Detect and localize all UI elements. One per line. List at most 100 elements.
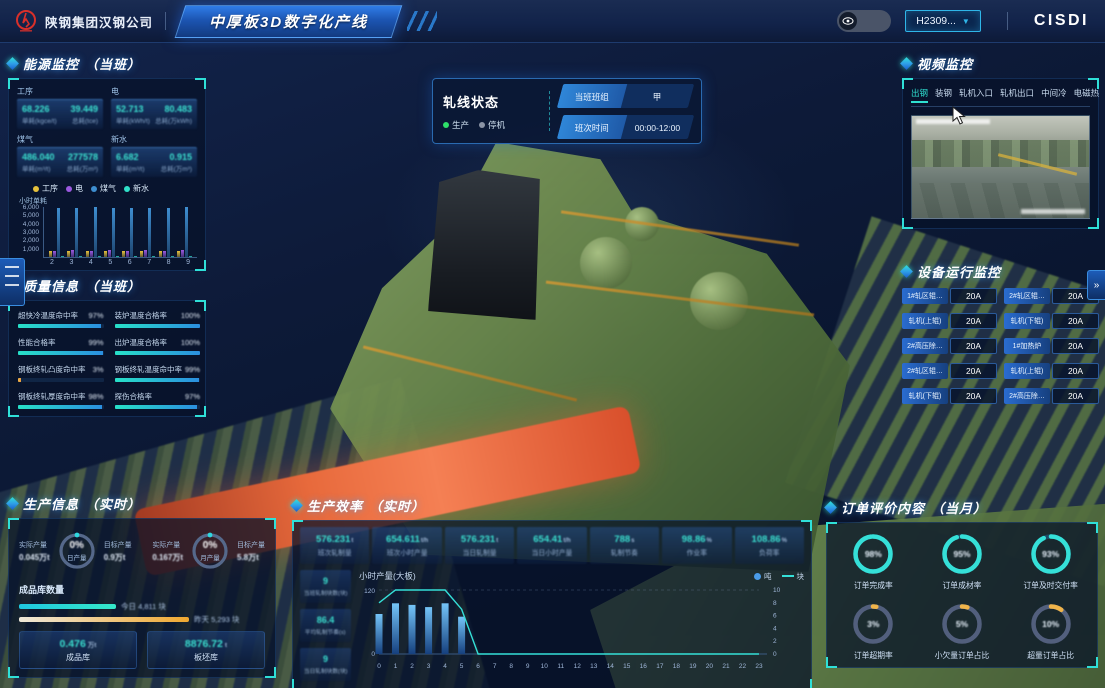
- chart-legend: 吨 块: [754, 571, 804, 582]
- side-stat-box: 9当日轧制块数(块): [300, 648, 351, 681]
- panel-title: 生产信息: [23, 494, 79, 513]
- panel-subtitle: （当月）: [931, 498, 987, 517]
- svg-text:17: 17: [656, 663, 664, 670]
- svg-text:1: 1: [394, 663, 398, 670]
- cisdi-logo: CISDI: [1034, 12, 1089, 30]
- panel-title: 设备运行监控: [917, 262, 1001, 281]
- bar-group: [140, 208, 155, 257]
- tab-intermediate-cooling[interactable]: 中间冷: [1041, 87, 1067, 102]
- over-order-ratio-gauge: 10% 超量订单占比: [1008, 601, 1093, 661]
- equipment-grid: 1#轧区辊…20A 2#轧区辊…20A 轧机(上辊)20A 轧机(下辊)20A …: [902, 288, 1099, 404]
- equipment-cell: 2#轧区辊…20A: [902, 363, 997, 379]
- tab-electromagnetic[interactable]: 电磁热: [1074, 87, 1100, 102]
- bar-group: [86, 207, 101, 257]
- svg-text:10: 10: [773, 587, 781, 594]
- svg-text:19: 19: [689, 663, 697, 670]
- stat-card: 654.41t/h当日小时产量: [517, 527, 586, 564]
- panel-order-evaluation: 订单评价内容 （当月） 98% 订单完成率 95% 订单成材率 93% 订单及时…: [826, 498, 1098, 668]
- svg-text:16: 16: [640, 663, 648, 670]
- finished-goods-card: 0.476万t 成品库: [19, 631, 137, 669]
- inventory-bar-yesterday: 昨天 5,293 块: [19, 615, 265, 624]
- on-time-delivery-gauge: 93% 订单及时交付率: [1008, 531, 1093, 591]
- panel-title: 生产效率: [307, 496, 363, 515]
- svg-text:8: 8: [773, 600, 777, 607]
- daily-output-gauge: 实际产量0.045万t 0%日产量 目标产量0.9万t: [19, 529, 132, 573]
- svg-text:9: 9: [526, 663, 530, 670]
- energy-bar-chart: 6,0005,0004,0003,0002,0001,000: [17, 207, 197, 258]
- diamond-icon: [900, 57, 913, 70]
- order-yield-gauge: 95% 订单成材率: [920, 531, 1005, 591]
- left-dock-widget[interactable]: [0, 258, 25, 306]
- equipment-cell: 2#高压除…20A: [1004, 388, 1099, 404]
- mouse-cursor: [952, 106, 968, 126]
- svg-text:20: 20: [706, 663, 714, 670]
- panel-subtitle: （实时）: [85, 494, 141, 513]
- dashboard: 陕钢集团汉钢公司 中厚板3D数字化产线 H2309... ▼ CISDI 能源监…: [0, 0, 1105, 688]
- svg-text:18: 18: [673, 663, 681, 670]
- svg-text:0: 0: [371, 651, 375, 658]
- tab-mill-entry[interactable]: 轧机入口: [959, 87, 993, 102]
- svg-text:4: 4: [443, 663, 447, 670]
- diamond-icon: [824, 501, 837, 514]
- equipment-cell: 1#加热炉20A: [1004, 338, 1099, 354]
- divider: [549, 91, 550, 131]
- energy-group: 电 52.713单耗(kWh/t) 80.483总耗(万kWh): [111, 86, 197, 129]
- progress-ring: 0%日产量: [55, 529, 99, 573]
- equipment-cell: 1#轧区辊…20A: [902, 288, 997, 304]
- svg-text:5: 5: [460, 663, 464, 670]
- svg-text:3: 3: [427, 663, 431, 670]
- svg-text:2: 2: [410, 663, 414, 670]
- panel-quality-info: 质量信息 （当班） 超快冷温度命中率97% 装炉温度合格率100% 性能合格率9…: [8, 276, 206, 417]
- shift-team-row: 当班班组 甲: [557, 84, 694, 108]
- chevron-down-icon: ▼: [962, 17, 970, 26]
- tab-mill-exit[interactable]: 轧机出口: [1000, 87, 1034, 102]
- energy-chart-ylabel: 小时单耗: [19, 196, 197, 206]
- quality-item: 钢板终轧厚度命中率98%: [18, 391, 104, 409]
- dark-equipment-tower: [428, 170, 540, 320]
- bar-group: [122, 208, 137, 257]
- divider: [1007, 12, 1008, 30]
- quality-item: 性能合格率99%: [18, 337, 104, 355]
- svg-text:4: 4: [773, 625, 777, 632]
- stat-card: 98.86%作业率: [662, 527, 731, 564]
- svg-text:23: 23: [755, 663, 763, 670]
- panel-collapse-button[interactable]: »: [1087, 270, 1105, 300]
- x-axis: 23456789: [43, 258, 197, 266]
- inventory-title: 成品库数量: [19, 583, 265, 596]
- bar-group: [49, 208, 64, 257]
- svg-text:14: 14: [607, 663, 615, 670]
- svg-text:0: 0: [773, 651, 777, 658]
- diamond-icon: [290, 499, 303, 512]
- legend-pieces: 块: [782, 571, 805, 582]
- order-overdue-gauge: 3% 订单超期率: [831, 601, 916, 661]
- panel-rolling-line-status: 轧线状态 生产 停机 当班班组 甲 班次时间 00:00-12:00: [432, 78, 702, 144]
- stat-card: 788s轧制节奏: [590, 527, 659, 564]
- svg-text:13: 13: [590, 663, 598, 670]
- tab-charging[interactable]: 装钢: [935, 87, 952, 102]
- svg-text:0: 0: [377, 663, 381, 670]
- visibility-toggle[interactable]: [837, 10, 891, 32]
- company-name: 陕钢集团汉钢公司: [45, 12, 153, 31]
- video-tabs: 出钢 装钢 轧机入口 轧机出口 中间冷 电磁热: [911, 87, 1090, 107]
- state-stopped: 停机: [479, 119, 505, 131]
- svg-text:22: 22: [739, 663, 747, 670]
- cctv-overlay-text: [1021, 209, 1085, 214]
- svg-text:7: 7: [493, 663, 497, 670]
- rolling-status-title: 轧线状态: [443, 92, 539, 111]
- cctv-video-feed[interactable]: [911, 115, 1090, 219]
- camera-select-value: H2309...: [916, 15, 956, 27]
- legend-item: 煤气: [91, 183, 116, 194]
- panel-title: 能源监控: [23, 54, 79, 73]
- diamond-icon: [6, 497, 19, 510]
- tab-tapping[interactable]: 出钢: [911, 87, 928, 102]
- svg-text:8: 8: [509, 663, 513, 670]
- panel-video-monitoring: 视频监控 出钢 装钢 轧机入口 轧机出口 中间冷 电磁热: [902, 54, 1099, 229]
- energy-group: 煤气 486.040单耗(m³/t) 277578总耗(万m³): [17, 134, 103, 177]
- quality-item: 钢板终轧温度命中率99%: [115, 364, 201, 382]
- hourly-output-chart: 小时产量(大板) 吨 块 012345678910111213141516171…: [359, 570, 804, 683]
- stat-card: 576.231t当日轧制量: [445, 527, 514, 564]
- side-stat-box: 86.4平均轧制节奏(s): [300, 609, 351, 642]
- svg-text:12: 12: [574, 663, 582, 670]
- camera-select-dropdown[interactable]: H2309... ▼: [905, 10, 981, 32]
- equipment-cell: 轧机(下辊)20A: [1004, 313, 1099, 329]
